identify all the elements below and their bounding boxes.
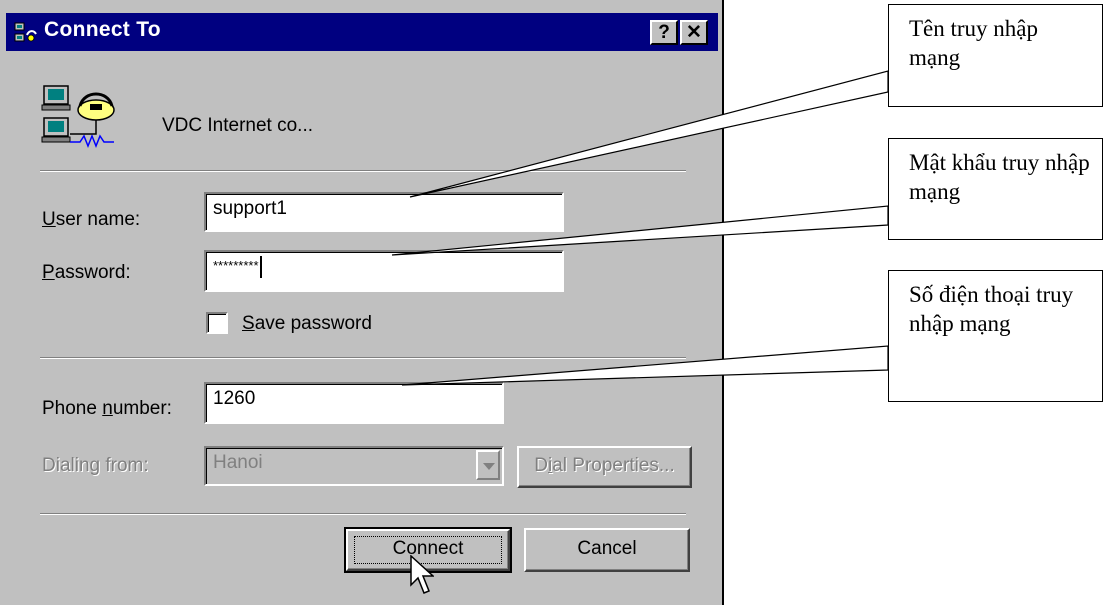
callout-password-text: Mật khẩu truy nhập mạng <box>909 150 1090 204</box>
user-name-input[interactable]: support1 <box>204 192 564 232</box>
separator <box>40 513 686 515</box>
save-password-checkbox[interactable] <box>206 312 228 334</box>
password-label: Password: <box>42 262 131 283</box>
password-input[interactable]: ********* <box>204 250 564 292</box>
phone-number-input[interactable]: 1260 <box>204 382 504 424</box>
separator <box>40 357 686 359</box>
dialing-from-label: Dialing from: <box>42 455 149 476</box>
connection-name: VDC Internet co... <box>162 115 314 136</box>
help-button[interactable]: ? <box>650 20 678 45</box>
user-name-label: User name: <box>42 209 141 230</box>
callout-user-name: Tên truy nhập mạng <box>888 4 1103 107</box>
dialing-from-value: Hanoi <box>213 452 263 473</box>
callout-phone: Số điện thoại truy nhập mạng <box>888 270 1103 402</box>
dial-properties-button[interactable]: Dial Properties... <box>517 446 692 488</box>
cancel-label: Cancel <box>577 538 637 559</box>
mouse-pointer-icon <box>410 555 434 594</box>
cancel-button[interactable]: Cancel <box>524 528 690 572</box>
callout-phone-text: Số điện thoại truy nhập mạng <box>909 282 1074 336</box>
close-button[interactable]: ✕ <box>680 20 708 45</box>
phone-number-label: Phone number: <box>42 398 172 419</box>
chevron-down-icon[interactable] <box>476 450 500 480</box>
phone-number-value: 1260 <box>213 388 256 409</box>
dialup-connection-icon <box>41 85 115 149</box>
user-name-value: support1 <box>213 198 287 219</box>
separator <box>40 170 686 172</box>
callout-user-name-text: Tên truy nhập mạng <box>909 16 1039 70</box>
connect-to-dialog: Connect To ? ✕ VDC Internet co... User n… <box>0 0 724 605</box>
dialup-networking-icon <box>14 22 37 42</box>
dialing-from-select[interactable]: Hanoi <box>204 446 504 486</box>
save-password-label[interactable]: Save password <box>242 313 372 335</box>
window-title: Connect To <box>44 18 161 41</box>
password-value: ********* <box>213 258 259 274</box>
callout-password: Mật khẩu truy nhập mạng <box>888 138 1103 240</box>
title-bar[interactable]: Connect To ? ✕ <box>6 13 718 51</box>
text-caret <box>259 256 262 278</box>
